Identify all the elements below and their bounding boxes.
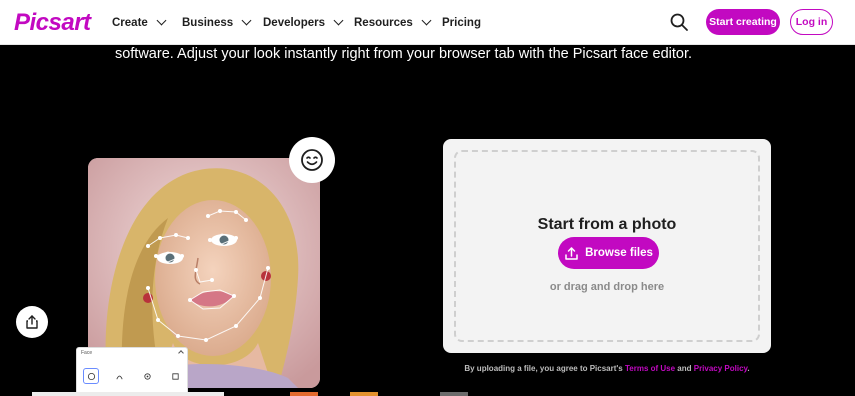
start-creating-button[interactable]: Start creating [706,9,780,35]
browse-files-label: Browse files [585,247,653,259]
chevron-down-icon [241,15,252,26]
terms-suffix: . [747,364,750,373]
share-button[interactable] [16,306,48,338]
privacy-policy-link[interactable]: Privacy Policy [694,364,748,373]
hero-description: software. Adjust your look instantly rig… [114,46,693,62]
terms-middle: and [675,364,694,373]
nav-developers-label: Developers [263,16,326,29]
next-section-strip [440,392,468,396]
upload-terms: By uploading a file, you agree to Picsar… [443,364,771,373]
upload-icon [565,246,578,260]
terms-prefix: By uploading a file, you agree to Picsar… [464,364,625,373]
upload-card: Start from a photo Browse files or drag … [443,139,771,353]
chevron-down-icon [156,15,167,26]
nav-business-label: Business [182,16,234,29]
browse-files-button[interactable]: Browse files [558,237,659,269]
nav-pricing-label: Pricing [442,16,481,29]
smile-emoji-icon [289,137,335,183]
next-section-strip [350,392,378,396]
log-in-button[interactable]: Log in [790,9,833,35]
face-tool-1[interactable] [83,368,99,384]
picsart-logo[interactable]: Picsart [14,9,91,37]
upload-title: Start from a photo [537,216,677,233]
face-tools-panel: Face [76,347,188,396]
share-icon [26,315,38,329]
nav-developers[interactable]: Developers [263,0,344,45]
face-tool-4[interactable] [167,368,183,384]
next-section-strip [290,392,318,396]
face-panel-title: Face [81,350,93,356]
chevron-down-icon [421,15,432,26]
terms-of-use-link[interactable]: Terms of Use [625,364,675,373]
nav-resources-label: Resources [354,16,413,29]
search-icon[interactable] [669,12,689,32]
next-section-strip [32,392,224,396]
drag-drop-hint: or drag and drop here [549,281,665,293]
chevron-up-icon [178,350,184,356]
nav-resources[interactable]: Resources [354,0,432,45]
chevron-down-icon [333,15,344,26]
face-tool-3[interactable] [139,368,155,384]
nav-business[interactable]: Business [182,0,252,45]
nav-create-label: Create [112,16,148,29]
nav-create[interactable]: Create [112,0,167,45]
nav-pricing[interactable]: Pricing [442,0,481,45]
face-tool-2[interactable] [111,368,127,384]
top-navbar: Picsart Create Business Developers Resou… [0,0,855,45]
file-dropzone[interactable]: Start from a photo Browse files or drag … [454,150,760,342]
